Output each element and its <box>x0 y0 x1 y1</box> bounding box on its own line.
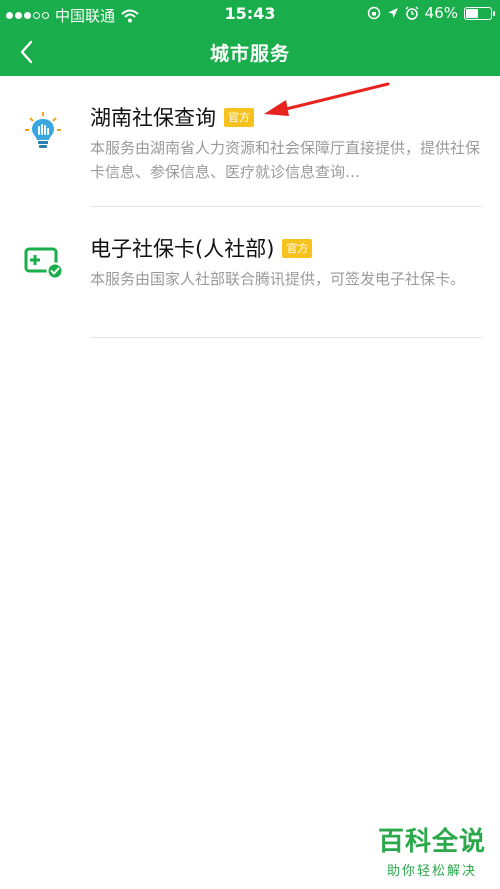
battery-icon <box>464 6 495 20</box>
service-name: 湖南社保查询 <box>90 106 216 130</box>
card-plus-check-icon <box>24 247 64 280</box>
divider <box>90 337 482 338</box>
battery-percent: 46% <box>424 4 458 22</box>
nav-bar: 城市服务 <box>0 28 500 76</box>
official-badge: 官方 <box>224 107 254 127</box>
watermark-title: 百科全说 <box>377 827 486 857</box>
watermark-logo: 百科全说 助你轻松解决 <box>378 821 486 879</box>
lock-rotation-icon <box>367 6 380 20</box>
lightbulb-hand-icon <box>25 112 61 148</box>
status-right: 46% <box>367 4 495 22</box>
service-item-electronic-social-security-card[interactable]: 电子社保卡(人社部) 官方 本服务由国家人社部联合腾讯提供，可签发电子社保卡。 <box>0 207 500 338</box>
service-name: 电子社保卡(人社部) <box>90 237 275 261</box>
service-description: 本服务由湖南省人力资源和社会保障厅直接提供，提供社保卡信息、参保信息、医疗就诊信… <box>90 139 481 181</box>
status-bar: 中国联通 15:43 46% <box>0 0 500 28</box>
service-list: 湖南社保查询 官方 本服务由湖南省人力资源和社会保障厅直接提供，提供社保卡信息、… <box>0 76 500 338</box>
service-name-row: 湖南社保查询 官方 <box>90 102 254 132</box>
alarm-icon <box>405 6 419 20</box>
service-name-row: 电子社保卡(人社部) 官方 <box>90 233 313 263</box>
service-item-hunan-social-security[interactable]: 湖南社保查询 官方 本服务由湖南省人力资源和社会保障厅直接提供，提供社保卡信息、… <box>0 76 500 207</box>
location-icon <box>387 8 398 18</box>
page-title: 城市服务 <box>209 43 290 65</box>
service-description: 本服务由国家人社部联合腾讯提供，可签发电子社保卡。 <box>90 270 466 288</box>
official-badge: 官方 <box>282 238 313 258</box>
watermark-subtitle: 助你轻松解决 <box>386 864 477 879</box>
